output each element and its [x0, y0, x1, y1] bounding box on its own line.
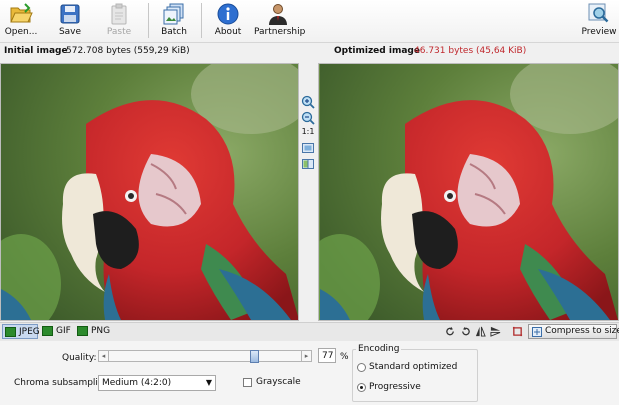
standard-optimized-radio[interactable] [357, 363, 366, 372]
partnership-label: Partnership [254, 27, 306, 37]
compress-to-size-button[interactable]: Compress to size [528, 324, 619, 339]
optimized-parrot-image [319, 64, 618, 320]
slider-left-arrow-icon[interactable]: ◂ [99, 351, 109, 361]
tab-png[interactable]: PNG [75, 324, 111, 339]
quality-value-field[interactable]: 77 [318, 348, 336, 363]
zoom-out-icon[interactable] [301, 111, 315, 125]
save-button[interactable]: Save [52, 0, 88, 42]
initial-image-title: Initial image [4, 46, 68, 56]
tab-gif-label: GIF [56, 326, 71, 336]
batch-icon [163, 3, 184, 25]
quality-slider-thumb[interactable] [250, 350, 259, 363]
slider-right-arrow-icon[interactable]: ▸ [301, 351, 311, 361]
encoding-title: Encoding [356, 344, 402, 354]
png-format-icon [77, 326, 88, 336]
tab-jpeg[interactable]: JPEG [2, 324, 40, 339]
grayscale-label: Grayscale [256, 377, 301, 387]
open-button[interactable]: Open... [2, 0, 40, 42]
grayscale-checkbox[interactable] [243, 378, 252, 387]
floppy-disk-icon [60, 4, 80, 24]
batch-label: Batch [161, 27, 187, 37]
flip-vertical-icon[interactable] [490, 326, 501, 337]
chroma-subsampling-select[interactable]: Medium (4:2:0) ▼ [98, 375, 216, 391]
info-icon [217, 3, 239, 25]
paste-label: Paste [106, 27, 132, 37]
chroma-subsampling-value: Medium (4:2:0) [102, 378, 172, 388]
rotate-left-icon[interactable] [445, 326, 456, 337]
folder-open-icon [10, 3, 33, 23]
tab-jpeg-label: JPEG [19, 327, 40, 337]
crop-icon[interactable] [512, 326, 523, 337]
progressive-label: Progressive [369, 382, 421, 392]
initial-image-size: 572.708 bytes (559,29 KiB) [66, 46, 190, 56]
toolbar: Open... Save Paste Batch About Partnersh… [0, 0, 619, 43]
split-view-icon[interactable] [301, 157, 315, 171]
person-icon [269, 4, 287, 25]
tab-gif[interactable]: GIF [40, 324, 72, 339]
tab-png-label: PNG [91, 326, 111, 336]
flip-horizontal-icon[interactable] [475, 326, 486, 337]
paste-icon [111, 3, 127, 25]
compress-to-size-label: Compress to size [545, 326, 619, 336]
open-label: Open... [4, 27, 38, 37]
initial-parrot-image [1, 64, 298, 320]
zoom-in-icon[interactable] [301, 95, 315, 109]
toolbar-divider [148, 3, 149, 38]
encoding-group [352, 349, 478, 402]
optimized-image-title: Optimized image [334, 46, 420, 56]
actual-size-button[interactable]: 1:1 [301, 127, 315, 136]
paste-button[interactable]: Paste [100, 0, 138, 42]
jpeg-format-icon [5, 327, 16, 337]
optimized-image-size: 46.731 bytes (45,64 KiB) [414, 46, 527, 56]
about-label: About [214, 27, 242, 37]
batch-button[interactable]: Batch [155, 0, 193, 42]
rotate-right-icon[interactable] [460, 326, 471, 337]
quality-label: Quality: [62, 353, 97, 363]
gif-format-icon [42, 326, 53, 336]
format-bar: JPEG GIF PNG Compress to size [0, 322, 619, 342]
save-label: Save [58, 27, 82, 37]
initial-image-pane[interactable] [0, 63, 299, 321]
preview-label: Preview [581, 27, 617, 37]
progressive-radio[interactable] [357, 383, 366, 392]
preview-button[interactable]: Preview [580, 0, 618, 42]
fit-window-icon[interactable] [301, 141, 315, 155]
about-button[interactable]: About [209, 0, 247, 42]
optimized-image-pane[interactable] [318, 63, 619, 321]
chevron-down-icon: ▼ [205, 378, 212, 387]
settings-panel: Quality: ◂ ▸ 77 % Chroma subsampling: Me… [0, 341, 619, 405]
toolbar-divider [201, 3, 202, 38]
quality-unit: % [340, 352, 349, 362]
partnership-button[interactable]: Partnership [254, 0, 306, 42]
preview-magnifier-icon [588, 3, 609, 23]
compress-icon [532, 327, 542, 337]
quality-slider[interactable]: ◂ ▸ [98, 350, 312, 363]
standard-optimized-label: Standard optimized [369, 362, 458, 372]
